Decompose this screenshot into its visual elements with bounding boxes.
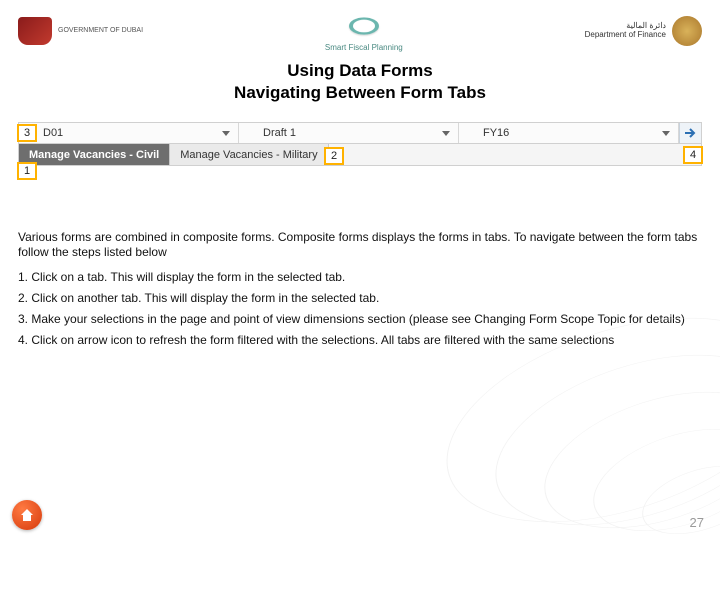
step-1: 1. Click on a tab. This will display the… [18,270,702,285]
home-icon [19,507,35,523]
pov-entity-selector[interactable]: D01 [19,123,239,143]
dubai-emblem-icon [18,17,52,45]
ring-icon [349,17,379,34]
logo-dof: دائرة المالية Department of Finance [585,16,702,46]
callout-3: 3 [17,124,37,142]
step-3: 3. Make your selections in the page and … [18,312,702,327]
home-button[interactable] [12,500,42,530]
logo-right-caption: دائرة المالية Department of Finance [585,22,666,40]
title-line1: Using Data Forms [0,60,720,82]
page-number: 27 [690,515,704,530]
callout-2: 2 [324,147,344,165]
callout-4: 4 [683,146,703,164]
pov-year-value: FY16 [483,127,509,139]
logo-smart-fiscal: Smart Fiscal Planning [325,11,403,52]
logo-center-caption: Smart Fiscal Planning [325,43,403,52]
tab-manage-vacancies-military[interactable]: Manage Vacancies - Military [170,144,328,165]
tab-manage-vacancies-civil[interactable]: Manage Vacancies - Civil [19,144,170,165]
intro-text: Various forms are combined in composite … [18,230,702,260]
form-tabs: Manage Vacancies - Civil Manage Vacancie… [18,144,702,166]
logo-gov-dubai: GOVERNMENT OF DUBAI [18,17,143,45]
background-rings-decoration [440,340,720,600]
arrow-right-icon [684,127,698,139]
chevron-down-icon [442,131,450,136]
seal-icon [672,16,702,46]
pov-entity-value: D01 [43,127,63,139]
pov-row: D01 Draft 1 FY16 [18,122,702,144]
form-screenshot: D01 Draft 1 FY16 Manage Vacancies - Civi… [18,122,702,166]
header-logos: GOVERNMENT OF DUBAI Smart Fiscal Plannin… [0,0,720,58]
refresh-arrow-button[interactable] [679,123,701,143]
step-4: 4. Click on arrow icon to refresh the fo… [18,333,702,348]
pov-scenario-value: Draft 1 [263,127,296,139]
title-line2: Navigating Between Form Tabs [0,82,720,104]
pov-year-selector[interactable]: FY16 [459,123,679,143]
step-2: 2. Click on another tab. This will displ… [18,291,702,306]
pov-scenario-selector[interactable]: Draft 1 [239,123,459,143]
callout-1: 1 [17,162,37,180]
logo-left-caption: GOVERNMENT OF DUBAI [58,27,143,35]
chevron-down-icon [222,131,230,136]
slide-title: Using Data Forms Navigating Between Form… [0,60,720,104]
chevron-down-icon [662,131,670,136]
logo-right-en: Department of Finance [585,31,666,40]
instruction-content: Various forms are combined in composite … [18,230,702,348]
